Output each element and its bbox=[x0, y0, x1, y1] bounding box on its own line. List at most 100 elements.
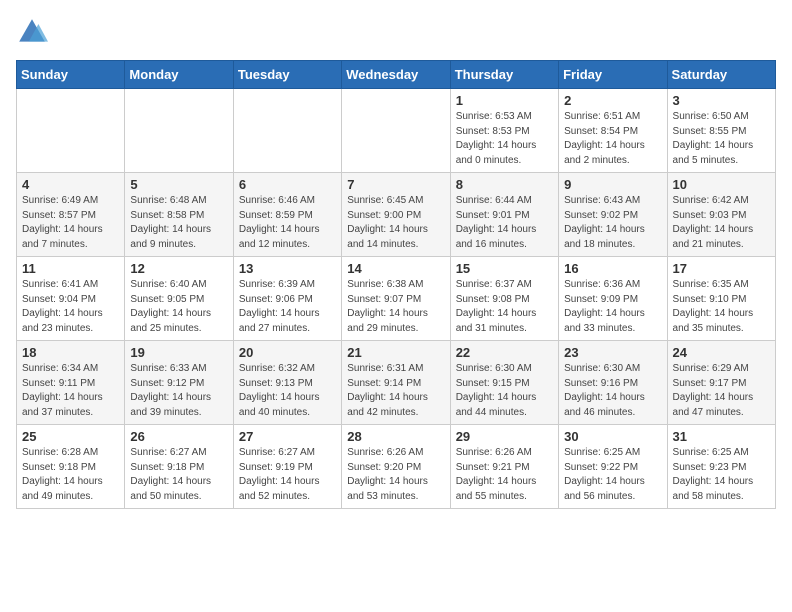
day-header-monday: Monday bbox=[125, 61, 233, 89]
day-number: 12 bbox=[130, 261, 227, 276]
calendar-cell: 19Sunrise: 6:33 AM Sunset: 9:12 PM Dayli… bbox=[125, 341, 233, 425]
day-number: 1 bbox=[456, 93, 553, 108]
day-info: Sunrise: 6:43 AM Sunset: 9:02 PM Dayligh… bbox=[564, 194, 661, 252]
calendar-cell: 30Sunrise: 6:25 AM Sunset: 9:22 PM Dayli… bbox=[559, 425, 667, 509]
calendar-cell: 24 Sunrise: 6:29 AM Sunset: 9:17 PM Dayli… bbox=[667, 341, 775, 425]
calendar-cell: 1 Sunrise: 6:53 AM Sunset: 8:53 PM Daylig… bbox=[450, 89, 558, 173]
day-number: 6 bbox=[239, 177, 336, 192]
day-number: 2 bbox=[564, 93, 661, 108]
day-header-thursday: Thursday bbox=[450, 61, 558, 89]
day-number: 25 bbox=[22, 429, 119, 444]
day-info: Sunrise: 6:46 AM Sunset: 8:59 PM Dayligh… bbox=[239, 194, 336, 252]
day-info: Sunrise: 6:48 AM Sunset: 8:58 PM Dayligh… bbox=[130, 194, 227, 252]
calendar-cell: 5 Sunrise: 6:48 AM Sunset: 8:58 PM Daylig… bbox=[125, 173, 233, 257]
day-number: 22 bbox=[456, 345, 553, 360]
calendar-cell: 27 Sunrise: 6:27 AM Sunset: 9:19 PM Dayli… bbox=[233, 425, 341, 509]
day-number: 26 bbox=[130, 429, 227, 444]
day-info: Sunrise: 6:26 AM Sunset: 9:20 PM Dayligh… bbox=[347, 446, 444, 504]
day-info: Sunrise: 6:36 AM Sunset: 9:09 PM Dayligh… bbox=[564, 278, 661, 336]
day-number: 31 bbox=[673, 429, 770, 444]
calendar-cell: 23 Sunrise: 6:30 AM Sunset: 9:16 PM Dayli… bbox=[559, 341, 667, 425]
calendar-cell: 25 Sunrise: 6:28 AM Sunset: 9:18 PM Dayli… bbox=[17, 425, 125, 509]
day-info: Sunrise: 6:32 AM Sunset: 9:13 PM Dayligh… bbox=[239, 362, 336, 420]
day-info: Sunrise: 6:25 AM Sunset: 9:23 PM Dayligh… bbox=[673, 446, 770, 504]
day-info: Sunrise: 6:42 AM Sunset: 9:03 PM Dayligh… bbox=[673, 194, 770, 252]
calendar: SundayMondayTuesdayWednesdayThursdayFrid… bbox=[16, 60, 776, 509]
day-number: 17 bbox=[673, 261, 770, 276]
day-info: Sunrise: 6:38 AM Sunset: 9:07 PM Dayligh… bbox=[347, 278, 444, 336]
day-header-saturday: Saturday bbox=[667, 61, 775, 89]
day-info: Sunrise: 6:37 AM Sunset: 9:08 PM Dayligh… bbox=[456, 278, 553, 336]
day-info: Sunrise: 6:31 AM Sunset: 9:14 PM Dayligh… bbox=[347, 362, 444, 420]
day-info: Sunrise: 6:53 AM Sunset: 8:53 PM Dayligh… bbox=[456, 110, 553, 168]
day-number: 30 bbox=[564, 429, 661, 444]
day-number: 24 bbox=[673, 345, 770, 360]
day-info: Sunrise: 6:39 AM Sunset: 9:06 PM Dayligh… bbox=[239, 278, 336, 336]
calendar-cell: 20 Sunrise: 6:32 AM Sunset: 9:13 PM Dayli… bbox=[233, 341, 341, 425]
day-number: 29 bbox=[456, 429, 553, 444]
calendar-cell bbox=[125, 89, 233, 173]
calendar-week-1: 1 Sunrise: 6:53 AM Sunset: 8:53 PM Daylig… bbox=[17, 89, 776, 173]
calendar-cell: 13 Sunrise: 6:39 AM Sunset: 9:06 PM Dayli… bbox=[233, 257, 341, 341]
day-info: Sunrise: 6:40 AM Sunset: 9:05 PM Dayligh… bbox=[130, 278, 227, 336]
calendar-cell: 31 Sunrise: 6:25 AM Sunset: 9:23 PM Dayli… bbox=[667, 425, 775, 509]
day-number: 23 bbox=[564, 345, 661, 360]
day-info: Sunrise: 6:34 AM Sunset: 9:11 PM Dayligh… bbox=[22, 362, 119, 420]
day-info: Sunrise: 6:50 AM Sunset: 8:55 PM Dayligh… bbox=[673, 110, 770, 168]
day-info: Sunrise: 6:29 AM Sunset: 9:17 PM Dayligh… bbox=[673, 362, 770, 420]
day-header-tuesday: Tuesday bbox=[233, 61, 341, 89]
calendar-cell: 26 Sunrise: 6:27 AM Sunset: 9:18 PM Dayli… bbox=[125, 425, 233, 509]
day-header-friday: Friday bbox=[559, 61, 667, 89]
logo bbox=[16, 16, 52, 48]
calendar-cell: 17 Sunrise: 6:35 AM Sunset: 9:10 PM Dayli… bbox=[667, 257, 775, 341]
calendar-cell bbox=[17, 89, 125, 173]
day-info: Sunrise: 6:44 AM Sunset: 9:01 PM Dayligh… bbox=[456, 194, 553, 252]
calendar-cell: 18 Sunrise: 6:34 AM Sunset: 9:11 PM Dayli… bbox=[17, 341, 125, 425]
calendar-header-row: SundayMondayTuesdayWednesdayThursdayFrid… bbox=[17, 61, 776, 89]
calendar-cell: 21 Sunrise: 6:31 AM Sunset: 9:14 PM Dayli… bbox=[342, 341, 450, 425]
day-number: 11 bbox=[22, 261, 119, 276]
day-number: 7 bbox=[347, 177, 444, 192]
calendar-cell: 16Sunrise: 6:36 AM Sunset: 9:09 PM Dayli… bbox=[559, 257, 667, 341]
day-info: Sunrise: 6:49 AM Sunset: 8:57 PM Dayligh… bbox=[22, 194, 119, 252]
day-number: 10 bbox=[673, 177, 770, 192]
day-number: 27 bbox=[239, 429, 336, 444]
calendar-cell: 2 Sunrise: 6:51 AM Sunset: 8:54 PM Daylig… bbox=[559, 89, 667, 173]
calendar-week-2: 4Sunrise: 6:49 AM Sunset: 8:57 PM Daylig… bbox=[17, 173, 776, 257]
calendar-week-3: 11 Sunrise: 6:41 AM Sunset: 9:04 PM Dayli… bbox=[17, 257, 776, 341]
day-info: Sunrise: 6:45 AM Sunset: 9:00 PM Dayligh… bbox=[347, 194, 444, 252]
day-info: Sunrise: 6:26 AM Sunset: 9:21 PM Dayligh… bbox=[456, 446, 553, 504]
day-number: 13 bbox=[239, 261, 336, 276]
day-info: Sunrise: 6:30 AM Sunset: 9:15 PM Dayligh… bbox=[456, 362, 553, 420]
calendar-cell: 12 Sunrise: 6:40 AM Sunset: 9:05 PM Dayli… bbox=[125, 257, 233, 341]
day-number: 8 bbox=[456, 177, 553, 192]
day-number: 3 bbox=[673, 93, 770, 108]
day-number: 18 bbox=[22, 345, 119, 360]
day-number: 19 bbox=[130, 345, 227, 360]
calendar-cell: 15 Sunrise: 6:37 AM Sunset: 9:08 PM Dayli… bbox=[450, 257, 558, 341]
page-header bbox=[16, 16, 776, 48]
calendar-cell: 7 Sunrise: 6:45 AM Sunset: 9:00 PM Daylig… bbox=[342, 173, 450, 257]
day-info: Sunrise: 6:51 AM Sunset: 8:54 PM Dayligh… bbox=[564, 110, 661, 168]
calendar-cell: 14Sunrise: 6:38 AM Sunset: 9:07 PM Dayli… bbox=[342, 257, 450, 341]
calendar-cell: 29 Sunrise: 6:26 AM Sunset: 9:21 PM Dayli… bbox=[450, 425, 558, 509]
calendar-cell: 10 Sunrise: 6:42 AM Sunset: 9:03 PM Dayli… bbox=[667, 173, 775, 257]
calendar-cell: 9 Sunrise: 6:43 AM Sunset: 9:02 PM Daylig… bbox=[559, 173, 667, 257]
day-number: 28 bbox=[347, 429, 444, 444]
day-info: Sunrise: 6:41 AM Sunset: 9:04 PM Dayligh… bbox=[22, 278, 119, 336]
day-number: 9 bbox=[564, 177, 661, 192]
day-number: 20 bbox=[239, 345, 336, 360]
day-info: Sunrise: 6:30 AM Sunset: 9:16 PM Dayligh… bbox=[564, 362, 661, 420]
calendar-cell bbox=[342, 89, 450, 173]
day-info: Sunrise: 6:28 AM Sunset: 9:18 PM Dayligh… bbox=[22, 446, 119, 504]
day-number: 21 bbox=[347, 345, 444, 360]
day-number: 5 bbox=[130, 177, 227, 192]
calendar-week-5: 25 Sunrise: 6:28 AM Sunset: 9:18 PM Dayli… bbox=[17, 425, 776, 509]
day-info: Sunrise: 6:27 AM Sunset: 9:18 PM Dayligh… bbox=[130, 446, 227, 504]
logo-icon bbox=[16, 16, 48, 48]
day-header-sunday: Sunday bbox=[17, 61, 125, 89]
day-info: Sunrise: 6:27 AM Sunset: 9:19 PM Dayligh… bbox=[239, 446, 336, 504]
calendar-cell: 11 Sunrise: 6:41 AM Sunset: 9:04 PM Dayli… bbox=[17, 257, 125, 341]
day-number: 15 bbox=[456, 261, 553, 276]
day-info: Sunrise: 6:35 AM Sunset: 9:10 PM Dayligh… bbox=[673, 278, 770, 336]
